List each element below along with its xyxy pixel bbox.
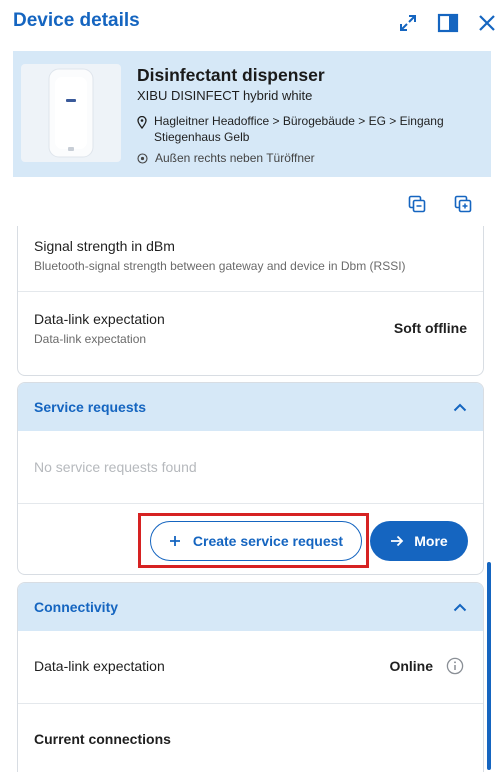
chevron-up-icon[interactable] — [453, 603, 467, 612]
page-title: Device details — [13, 10, 140, 31]
copy-icon[interactable] — [408, 195, 426, 213]
more-button[interactable]: More — [370, 521, 468, 561]
arrow-right-icon — [391, 535, 404, 547]
service-requests-header[interactable]: Service requests — [18, 383, 483, 431]
connectivity-datalink-label: Data-link expectation — [34, 658, 165, 674]
expand-icon[interactable] — [397, 12, 419, 34]
device-summary-card: Disinfectant dispenser XIBU DISINFECT hy… — [13, 51, 491, 177]
position-note-row: Außen rechts neben Türöffner — [137, 151, 315, 165]
location-pin-icon — [137, 116, 147, 129]
copy-add-icon[interactable] — [454, 195, 472, 213]
divider — [18, 503, 483, 504]
service-requests-panel: Service requests No service requests fou… — [17, 382, 484, 575]
datalink-description: Data-link expectation — [34, 332, 147, 346]
device-location: Hagleitner Headoffice > Bürogebäude > EG… — [154, 114, 444, 144]
signal-strength-row: Signal strength in dBm Bluetooth-signal … — [34, 238, 406, 273]
side-panel-icon[interactable] — [437, 12, 459, 34]
info-icon[interactable] — [446, 657, 464, 675]
empty-state-text: No service requests found — [34, 459, 197, 475]
service-requests-title: Service requests — [34, 399, 147, 415]
details-scroll-area[interactable]: Signal strength in dBm Bluetooth-signal … — [15, 226, 485, 772]
signal-strength-description: Bluetooth-signal strength between gatewa… — [34, 259, 406, 273]
connectivity-title: Connectivity — [34, 599, 119, 615]
scrollbar-thumb[interactable] — [487, 562, 491, 770]
datalink-value: Soft offline — [393, 320, 467, 336]
current-connections-label: Current connections — [34, 731, 171, 747]
connectivity-datalink-value: Online — [389, 658, 433, 674]
divider — [18, 291, 483, 292]
chevron-up-icon[interactable] — [453, 403, 467, 412]
close-icon[interactable] — [476, 12, 496, 34]
device-model: XIBU DISINFECT hybrid white — [137, 88, 313, 103]
device-name: Disinfectant dispenser — [137, 65, 325, 85]
device-image — [21, 64, 121, 162]
highlight-box — [138, 513, 369, 568]
signal-strength-title: Signal strength in dBm — [34, 238, 175, 254]
target-icon — [137, 152, 148, 164]
properties-panel: Signal strength in dBm Bluetooth-signal … — [17, 226, 484, 376]
header-bar: Device details — [0, 0, 496, 44]
connectivity-header[interactable]: Connectivity — [18, 583, 483, 631]
divider — [18, 703, 483, 704]
location-row: Hagleitner Headoffice > Bürogebäude > EG… — [137, 114, 464, 145]
datalink-title: Data-link expectation — [34, 311, 165, 327]
connectivity-panel: Connectivity Data-link expectation Onlin… — [17, 582, 484, 772]
datalink-row: Data-link expectation Data-link expectat… — [34, 311, 165, 346]
position-note: Außen rechts neben Türöffner — [155, 151, 315, 165]
more-label: More — [414, 533, 448, 549]
